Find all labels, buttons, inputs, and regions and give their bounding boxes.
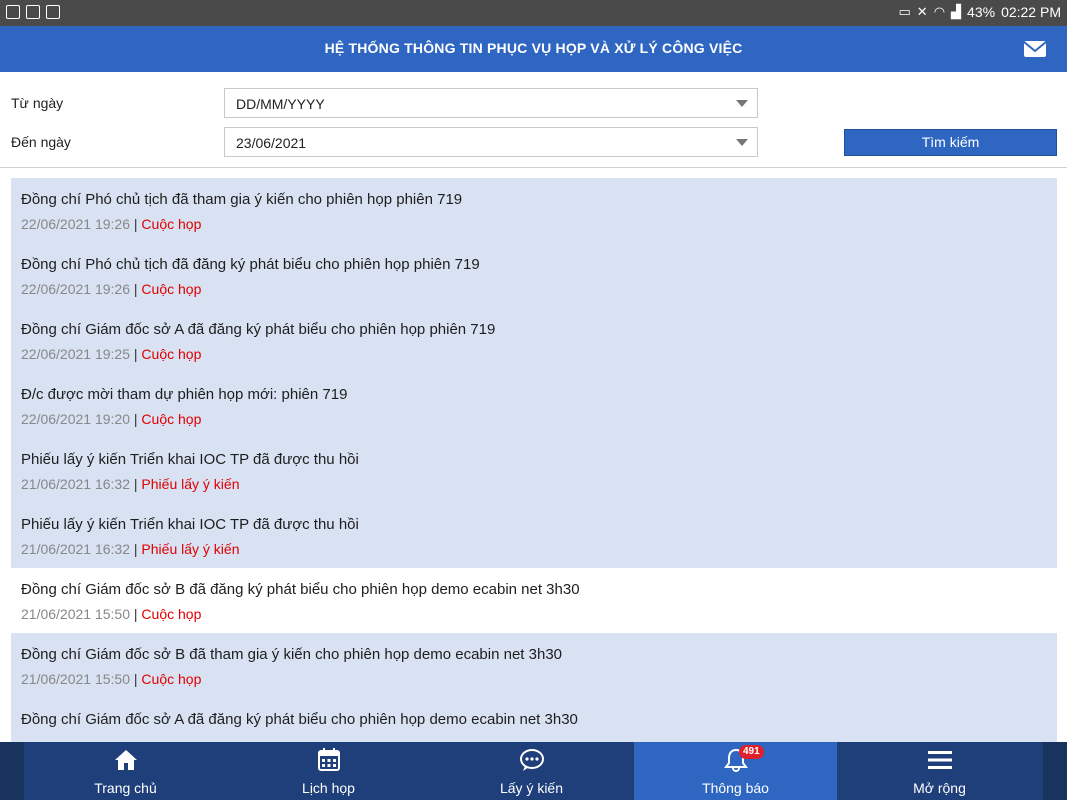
- chevron-down-icon: [736, 139, 748, 146]
- notification-meta: 21/06/2021 16:32 | Phiếu lấy ý kiến: [21, 541, 239, 557]
- bottom-nav: Trang chủ Lịch họp Lấy ý kiến 491 Thông …: [0, 742, 1067, 800]
- notification-item[interactable]: Đồng chí Giám đốc sở B đã tham gia ý kiế…: [11, 633, 1057, 698]
- notification-message: Đồng chí Phó chủ tịch đã đăng ký phát bi…: [21, 256, 480, 273]
- meta-separator: |: [130, 281, 142, 297]
- image-icon: [6, 5, 20, 19]
- notification-category-link[interactable]: Cuộc họp: [141, 216, 201, 232]
- notification-time: 22/06/2021 19:25: [21, 346, 130, 362]
- notification-item[interactable]: Phiếu lấy ý kiến Triển khai IOC TP đã đư…: [11, 503, 1057, 568]
- app-bar: HỆ THỐNG THÔNG TIN PHỤC VỤ HỌP VÀ XỬ LÝ …: [0, 26, 1067, 72]
- calendar-small-icon: [46, 5, 60, 19]
- notification-time: 22/06/2021 19:20: [21, 411, 130, 427]
- notification-item[interactable]: Phiếu lấy ý kiến Triển khai IOC TP đã đư…: [11, 438, 1057, 503]
- notification-time: 21/06/2021 15:50: [21, 606, 130, 622]
- notification-category-link[interactable]: Cuộc họp: [141, 411, 201, 427]
- notification-item[interactable]: Đồng chí Giám đốc sở A đã đăng ký phát b…: [11, 698, 1057, 744]
- notification-message: Đồng chí Phó chủ tịch đã tham gia ý kiến…: [21, 191, 463, 208]
- notification-count-badge: 491: [739, 745, 764, 759]
- cast-icon: ▭: [898, 4, 911, 19]
- notification-time: 21/06/2021 16:32: [21, 541, 130, 557]
- mail-icon[interactable]: [1023, 40, 1047, 58]
- meta-separator: |: [130, 216, 142, 232]
- meta-separator: |: [130, 346, 142, 362]
- notification-meta: 22/06/2021 19:25 | Cuộc họp: [21, 346, 201, 362]
- notification-message: Đồng chí Giám đốc sở A đã đăng ký phát b…: [21, 321, 496, 338]
- notification-category-link[interactable]: Phiếu lấy ý kiến: [141, 541, 239, 557]
- meta-separator: |: [130, 606, 142, 622]
- nav-tab-label: Lịch họp: [302, 780, 355, 796]
- notification-message: Đồng chí Giám đốc sở B đã tham gia ý kiế…: [21, 646, 563, 663]
- nav-tab-label: Lấy ý kiến: [499, 780, 564, 796]
- notification-message: Phiếu lấy ý kiến Triển khai IOC TP đã đư…: [21, 451, 359, 468]
- from-date-value: DD/MM/YYYY: [236, 96, 325, 112]
- notification-meta: 21/06/2021 15:50 | Cuộc họp: [21, 606, 201, 622]
- app-title: HỆ THỐNG THÔNG TIN PHỤC VỤ HỌP VÀ XỬ LÝ …: [324, 40, 743, 56]
- nav-edge-left: [0, 742, 24, 800]
- notification-category-link[interactable]: Cuộc họp: [141, 281, 201, 297]
- to-date-value: 23/06/2021: [236, 135, 307, 151]
- clock: 02:22 PM: [1001, 4, 1061, 20]
- notification-item[interactable]: Đồng chí Phó chủ tịch đã tham gia ý kiến…: [11, 178, 1057, 243]
- notification-message: Đ/c được mời tham dự phiên họp mới: phiê…: [21, 386, 348, 403]
- chevron-down-icon: [736, 100, 748, 107]
- to-date-select[interactable]: 23/06/2021: [224, 127, 758, 157]
- battery-percent: 43%: [967, 4, 996, 20]
- from-date-label: Từ ngày: [11, 95, 64, 111]
- meta-separator: |: [130, 541, 142, 557]
- status-system-icons: ▭ ✕ ◠ ▟ 43% 02:22 PM: [898, 4, 1061, 20]
- filter-panel: Từ ngày DD/MM/YYYY Đến ngày 23/06/2021 T…: [0, 72, 1067, 168]
- notification-message: Đồng chí Giám đốc sở B đã đăng ký phát b…: [21, 581, 580, 598]
- signal-icon: ▟: [951, 4, 962, 19]
- nav-tab-label: Trang chủ: [94, 780, 157, 796]
- notification-category-link[interactable]: Phiếu lấy ý kiến: [141, 476, 239, 492]
- nav-tab-label: Mở rộng: [913, 780, 966, 796]
- notification-meta: 21/06/2021 15:50 | Cuộc họp: [21, 671, 201, 687]
- notification-meta: 22/06/2021 19:20 | Cuộc họp: [21, 411, 201, 427]
- notification-meta: 21/06/2021 16:32 | Phiếu lấy ý kiến: [21, 476, 239, 492]
- mute-icon: ✕: [916, 4, 928, 19]
- status-notification-icons: [6, 5, 60, 19]
- nav-tab-more[interactable]: Mở rộng: [838, 742, 1041, 800]
- notification-category-link[interactable]: Cuộc họp: [141, 606, 201, 622]
- from-date-select[interactable]: DD/MM/YYYY: [224, 88, 758, 118]
- notification-category-link[interactable]: Cuộc họp: [141, 346, 201, 362]
- nav-tab-calendar[interactable]: Lịch họp: [227, 742, 430, 800]
- calendar-icon: [317, 748, 340, 771]
- notification-time: 21/06/2021 15:50: [21, 671, 130, 687]
- nav-tab-home[interactable]: Trang chủ: [24, 742, 227, 800]
- home-icon: [114, 750, 137, 770]
- notification-category-link[interactable]: Cuộc họp: [141, 671, 201, 687]
- notification-message: Đồng chí Giám đốc sở A đã đăng ký phát b…: [21, 711, 578, 728]
- notification-item[interactable]: Đồng chí Phó chủ tịch đã đăng ký phát bi…: [11, 243, 1057, 308]
- search-button[interactable]: Tìm kiếm: [844, 129, 1057, 156]
- notification-item[interactable]: Đ/c được mời tham dự phiên họp mới: phiê…: [11, 373, 1057, 438]
- meta-separator: |: [130, 411, 142, 427]
- nav-tab-notifications[interactable]: 491 Thông báo: [634, 742, 837, 800]
- chat-icon: [519, 749, 544, 771]
- from-date-row: Từ ngày DD/MM/YYYY: [0, 88, 1067, 118]
- menu-icon: [927, 751, 952, 769]
- notification-time: 22/06/2021 19:26: [21, 216, 130, 232]
- notification-item[interactable]: Đồng chí Giám đốc sở B đã đăng ký phát b…: [11, 568, 1057, 633]
- wifi-icon: ◠: [933, 4, 946, 19]
- meta-separator: |: [130, 671, 142, 687]
- nav-tab-opinions[interactable]: Lấy ý kiến: [430, 742, 633, 800]
- status-bar: ▭ ✕ ◠ ▟ 43% 02:22 PM: [0, 0, 1067, 26]
- meta-separator: |: [130, 476, 142, 492]
- notification-meta: 22/06/2021 19:26 | Cuộc họp: [21, 281, 201, 297]
- notification-item[interactable]: Đồng chí Giám đốc sở A đã đăng ký phát b…: [11, 308, 1057, 373]
- notification-meta: 22/06/2021 19:26 | Cuộc họp: [21, 216, 201, 232]
- notification-time: 22/06/2021 19:26: [21, 281, 130, 297]
- nav-tab-label: Thông báo: [702, 780, 769, 796]
- shopping-bag-icon: [26, 5, 40, 19]
- notification-list[interactable]: Đồng chí Phó chủ tịch đã tham gia ý kiến…: [11, 178, 1057, 744]
- to-date-label: Đến ngày: [11, 134, 71, 150]
- notification-time: 21/06/2021 16:32: [21, 476, 130, 492]
- nav-edge-right: [1043, 742, 1067, 800]
- notification-message: Phiếu lấy ý kiến Triển khai IOC TP đã đư…: [21, 516, 359, 533]
